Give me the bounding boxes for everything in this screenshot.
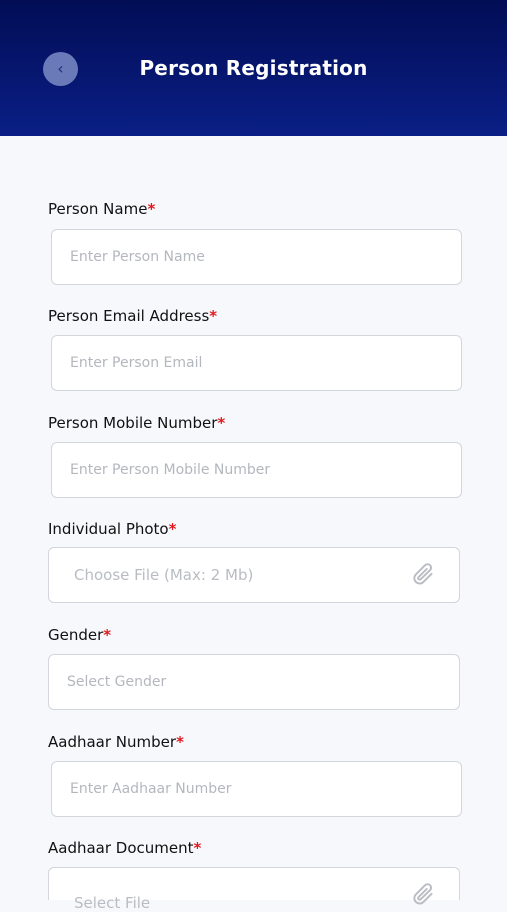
aadhaar-document-label: Aadhaar Document* [48, 839, 201, 857]
person-email-placeholder: Enter Person Email [70, 355, 203, 371]
gender-label: Gender* [48, 626, 111, 644]
required-mark: * [217, 414, 226, 432]
aadhaar-document-file-picker[interactable]: Select File [48, 867, 460, 912]
required-mark: * [176, 733, 184, 751]
individual-photo-label-text: Individual Photo [48, 520, 169, 538]
person-name-label-text: Person Name [48, 200, 148, 218]
aadhaar-number-input[interactable]: Enter Aadhaar Number [51, 761, 462, 817]
aadhaar-document-placeholder: Select File [74, 894, 151, 912]
person-email-input[interactable]: Enter Person Email [51, 335, 462, 391]
person-name-placeholder: Enter Person Name [70, 249, 205, 265]
page-title: Person Registration [139, 56, 368, 80]
aadhaar-document-label-text: Aadhaar Document [48, 839, 194, 857]
gender-placeholder: Select Gender [67, 674, 167, 690]
person-mobile-label-text: Person Mobile Number [48, 414, 218, 432]
aadhaar-number-label: Aadhaar Number* [48, 733, 184, 751]
paperclip-icon[interactable] [411, 882, 437, 910]
person-email-label: Person Email Address* [48, 307, 217, 325]
required-mark: * [103, 626, 112, 644]
gender-select[interactable]: Select Gender [48, 654, 460, 710]
person-name-input[interactable]: Enter Person Name [51, 229, 462, 285]
required-mark: * [209, 307, 218, 325]
gender-label-text: Gender [48, 626, 104, 644]
person-mobile-placeholder: Enter Person Mobile Number [70, 462, 271, 478]
required-mark: * [147, 200, 156, 218]
aadhaar-number-placeholder: Enter Aadhaar Number [70, 781, 232, 797]
aadhaar-number-label-text: Aadhaar Number [48, 733, 177, 751]
individual-photo-label: Individual Photo* [48, 520, 176, 538]
individual-photo-placeholder: Choose File (Max: 2 Mb) [74, 566, 254, 584]
person-name-label: Person Name* [48, 200, 155, 218]
person-mobile-input[interactable]: Enter Person Mobile Number [51, 442, 462, 498]
person-email-label-text: Person Email Address [48, 307, 210, 325]
required-mark: * [193, 839, 202, 857]
app-header: ‹ Person Registration [0, 0, 507, 136]
paperclip-icon[interactable] [411, 562, 437, 590]
person-mobile-label: Person Mobile Number* [48, 414, 225, 432]
individual-photo-file-picker[interactable]: Choose File (Max: 2 Mb) [48, 547, 460, 603]
required-mark: * [168, 520, 177, 538]
